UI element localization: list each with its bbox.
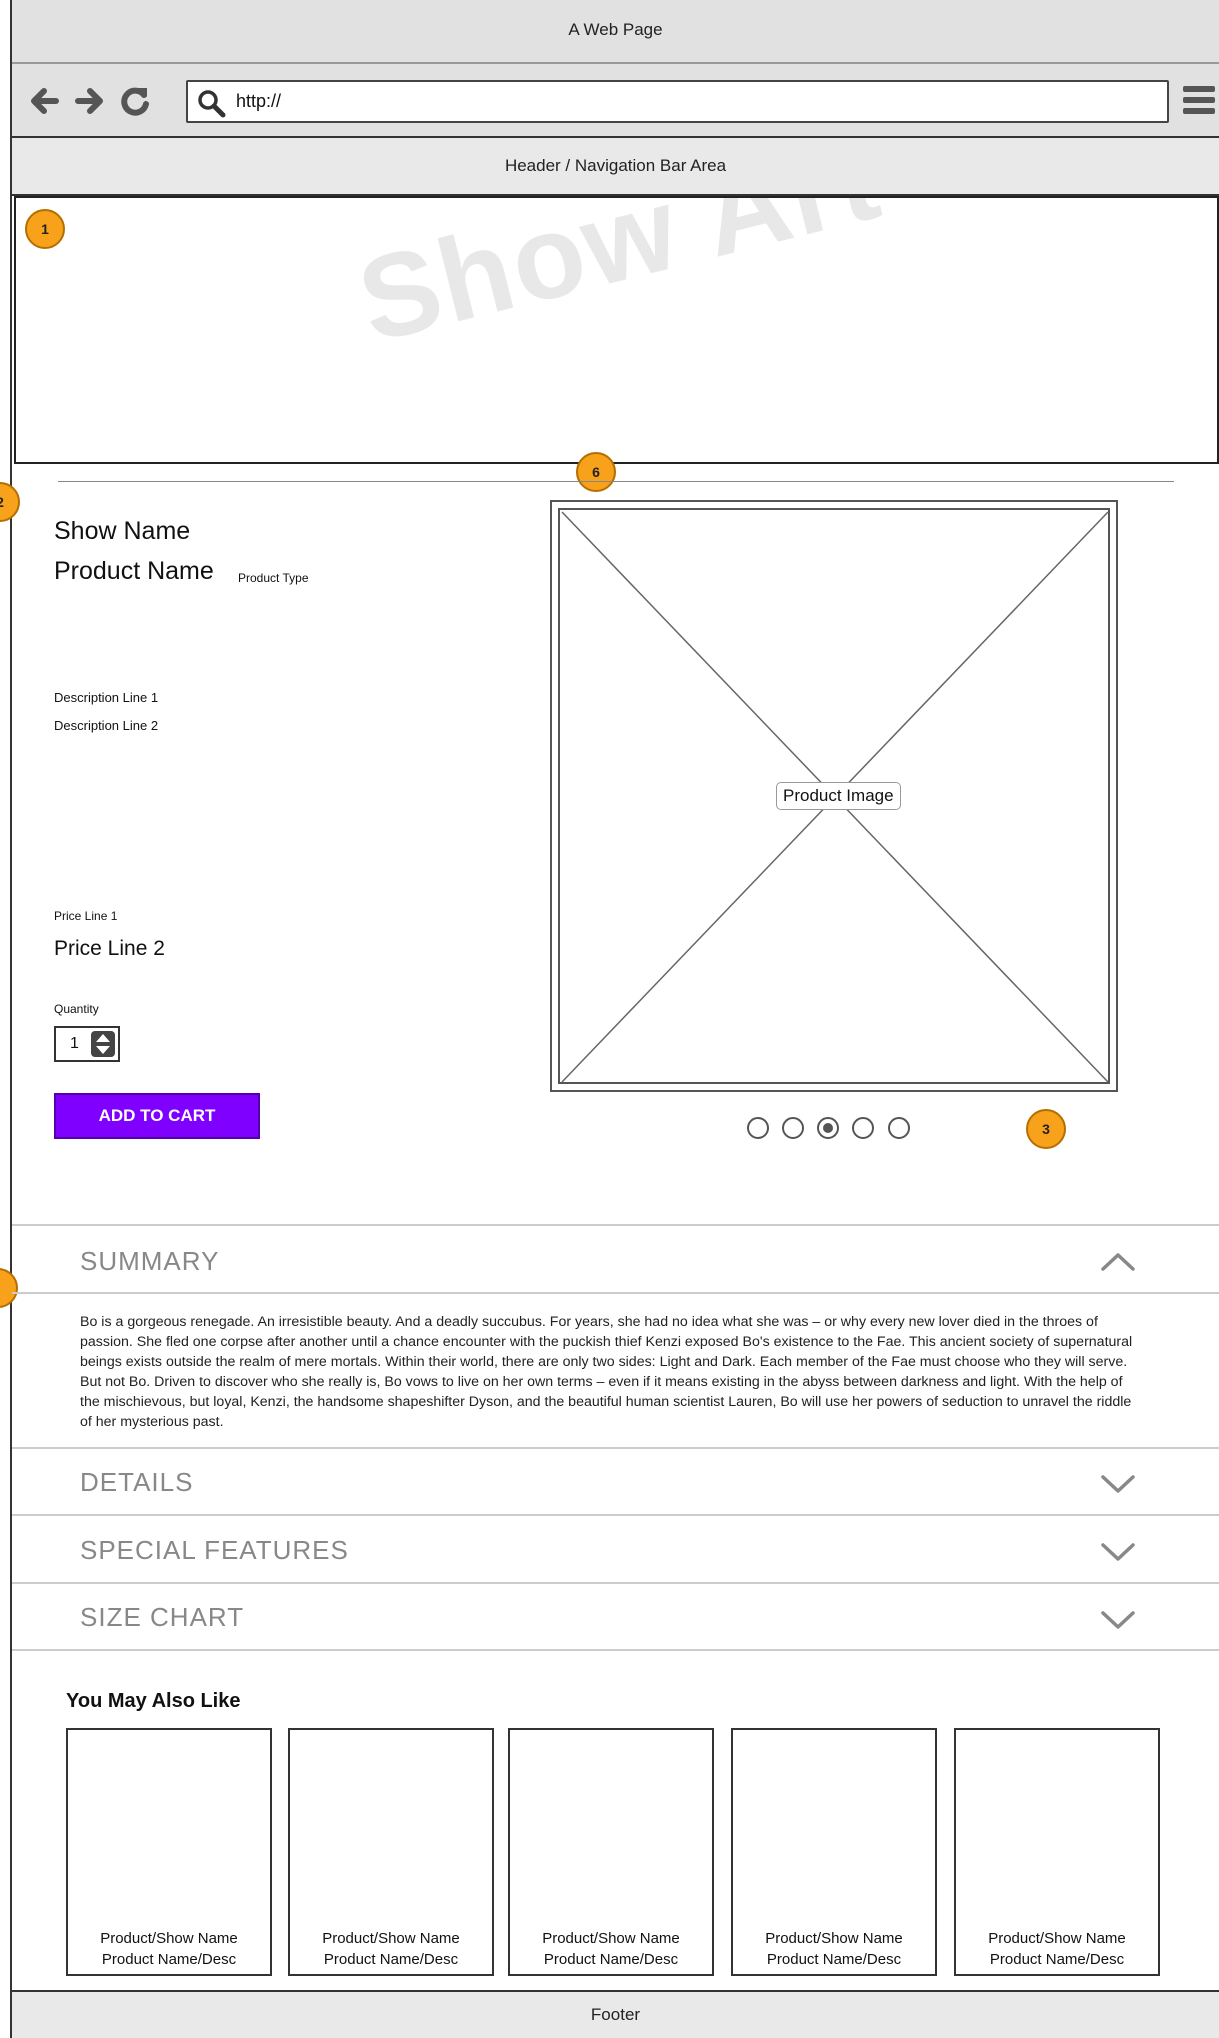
annotation-badge-3: 3 bbox=[1026, 1109, 1066, 1149]
header-nav-area: Header / Navigation Bar Area bbox=[12, 138, 1219, 196]
description-line-1: Description Line 1 bbox=[54, 690, 159, 705]
card-title: Product/Show Name bbox=[100, 1930, 238, 1947]
quantity-stepper[interactable]: 1 bbox=[54, 1026, 120, 1062]
product-name: Product Name bbox=[54, 557, 214, 585]
product-type: Product Type bbox=[238, 571, 309, 585]
recommendation-card[interactable]: Product/Show Name Product Name/Desc bbox=[288, 1728, 494, 1976]
recommendation-card[interactable]: Product/Show Name Product Name/Desc bbox=[954, 1728, 1160, 1976]
accordion-special-features-header[interactable]: SPECIAL FEATURES bbox=[12, 1516, 1219, 1582]
back-arrow-icon[interactable] bbox=[26, 82, 64, 120]
accordion-divider bbox=[12, 1292, 1219, 1294]
card-title: Product/Show Name bbox=[322, 1930, 460, 1947]
carousel-dot-5[interactable] bbox=[888, 1117, 910, 1139]
chevron-down-icon[interactable] bbox=[1100, 1473, 1136, 1495]
size-chart-title: SIZE CHART bbox=[80, 1602, 245, 1632]
forward-arrow-icon[interactable] bbox=[70, 82, 108, 120]
description-line-2: Description Line 2 bbox=[54, 718, 159, 733]
card-title: Product/Show Name bbox=[542, 1930, 680, 1947]
product-image[interactable]: Product Image bbox=[550, 500, 1118, 1092]
accordion-divider bbox=[12, 1649, 1219, 1651]
show-name: Show Name bbox=[54, 517, 191, 545]
annotation-badge-1: 1 bbox=[25, 209, 65, 249]
chevron-down-icon[interactable] bbox=[1100, 1541, 1136, 1563]
chevron-up-icon[interactable] bbox=[1100, 1250, 1136, 1272]
card-desc: Product Name/Desc bbox=[766, 1951, 902, 1968]
search-icon bbox=[196, 88, 226, 118]
reload-icon[interactable] bbox=[116, 82, 154, 120]
accordion-details-header[interactable]: DETAILS bbox=[12, 1449, 1219, 1515]
price-line-1: Price Line 1 bbox=[54, 909, 118, 923]
recommendation-card[interactable]: Product/Show Name Product Name/Desc bbox=[731, 1728, 937, 1976]
product-image-label: Product Image bbox=[776, 782, 901, 810]
special-features-title: SPECIAL FEATURES bbox=[80, 1535, 349, 1565]
card-title: Product/Show Name bbox=[988, 1930, 1126, 1947]
you-may-also-like-heading: You May Also Like bbox=[66, 1690, 241, 1712]
show-art-banner: Show Art bbox=[14, 196, 1219, 464]
menu-icon[interactable] bbox=[1180, 80, 1218, 118]
window-title: A Web Page bbox=[12, 0, 1219, 64]
quantity-label: Quantity bbox=[54, 1002, 99, 1016]
divider bbox=[58, 481, 1174, 482]
price-line-2: Price Line 2 bbox=[54, 937, 165, 960]
carousel-dot-1[interactable] bbox=[747, 1117, 769, 1139]
quantity-value: 1 bbox=[70, 1035, 79, 1052]
url-text: http:// bbox=[236, 91, 282, 111]
card-desc: Product Name/Desc bbox=[101, 1951, 237, 1968]
accordion-size-chart-header[interactable]: SIZE CHART bbox=[12, 1584, 1219, 1650]
card-title: Product/Show Name bbox=[765, 1930, 903, 1947]
summary-title: SUMMARY bbox=[80, 1246, 220, 1276]
card-desc: Product Name/Desc bbox=[989, 1951, 1125, 1968]
card-desc: Product Name/Desc bbox=[543, 1951, 679, 1968]
carousel-dot-2[interactable] bbox=[782, 1117, 804, 1139]
chevron-down-icon[interactable] bbox=[1100, 1609, 1136, 1631]
address-bar[interactable]: http:// bbox=[186, 80, 1169, 123]
carousel-dot-3[interactable] bbox=[817, 1117, 839, 1139]
summary-text: Bo is a gorgeous renegade. An irresistib… bbox=[80, 1314, 1133, 1430]
show-art-watermark: Show Art bbox=[346, 196, 893, 369]
carousel-dot-4[interactable] bbox=[852, 1117, 874, 1139]
recommendation-card[interactable]: Product/Show Name Product Name/Desc bbox=[66, 1728, 272, 1976]
annotation-badge-6: 6 bbox=[576, 452, 616, 492]
recommendation-card[interactable]: Product/Show Name Product Name/Desc bbox=[508, 1728, 714, 1976]
accordion-summary-header[interactable]: SUMMARY bbox=[12, 1226, 1219, 1292]
footer: Footer bbox=[12, 1990, 1219, 2038]
details-title: DETAILS bbox=[80, 1467, 194, 1497]
card-desc: Product Name/Desc bbox=[323, 1951, 459, 1968]
add-to-cart-button[interactable]: ADD TO CART bbox=[54, 1093, 260, 1139]
stepper-arrows-icon[interactable] bbox=[90, 1030, 116, 1058]
